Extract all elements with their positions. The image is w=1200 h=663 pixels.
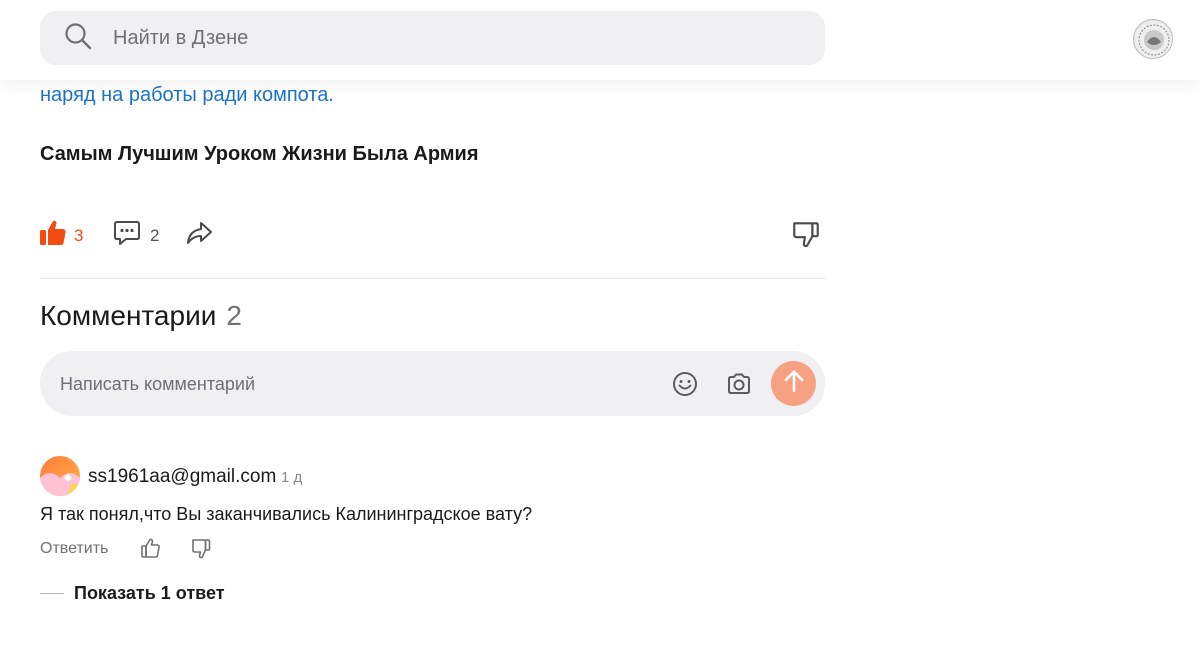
top-header <box>0 0 1200 80</box>
page: наряд на работы ради компота. Самым Лучш… <box>0 0 1200 663</box>
comment-thumb-down-icon[interactable] <box>190 538 212 560</box>
comments-title: Комментарии <box>40 300 217 331</box>
share-button[interactable] <box>184 218 214 253</box>
comment-time: 1 д <box>281 469 303 486</box>
comment-input[interactable] <box>60 371 620 397</box>
article-link[interactable]: наряд на работы ради компота. <box>40 84 334 107</box>
send-comment-button[interactable] <box>771 361 816 406</box>
article-closing-line: Самым Лучшим Уроком Жизни Была Армия <box>40 143 479 165</box>
search-input[interactable] <box>113 26 713 50</box>
show-replies-button[interactable]: Показать 1 ответ <box>40 583 225 604</box>
comment-thumb-up-icon[interactable] <box>140 537 162 559</box>
emoji-icon[interactable] <box>672 371 698 397</box>
article-actions: 3 2 <box>38 218 828 250</box>
comment-text: Я так понял,что Вы заканчивались Калинин… <box>40 504 533 524</box>
comment-bubble-icon <box>112 218 142 253</box>
dislike-button[interactable] <box>790 218 822 255</box>
comments-count: 2 <box>226 300 242 331</box>
replies-divider-line <box>40 593 64 594</box>
thumb-up-filled-icon <box>38 218 68 253</box>
search-icon <box>64 22 92 55</box>
camera-icon[interactable] <box>726 371 752 397</box>
comments-heading: Комментарии 2 <box>40 300 242 332</box>
comment-author-avatar[interactable] <box>40 456 80 496</box>
section-divider <box>40 278 825 279</box>
comment-count: 2 <box>150 225 160 245</box>
user-avatar[interactable] <box>1133 19 1173 59</box>
comment-composer <box>40 351 825 416</box>
comments-button[interactable]: 2 <box>112 218 159 253</box>
thumb-down-icon <box>790 218 822 255</box>
like-count: 3 <box>74 225 84 245</box>
share-arrow-icon <box>184 218 214 253</box>
like-button[interactable]: 3 <box>38 218 83 253</box>
search-bar[interactable] <box>40 11 825 65</box>
arrow-up-icon <box>781 368 807 399</box>
comment-author[interactable]: ss1961aa@gmail.com <box>88 466 276 488</box>
show-replies-label: Показать 1 ответ <box>74 583 225 603</box>
reply-button[interactable]: Ответить <box>40 540 108 558</box>
